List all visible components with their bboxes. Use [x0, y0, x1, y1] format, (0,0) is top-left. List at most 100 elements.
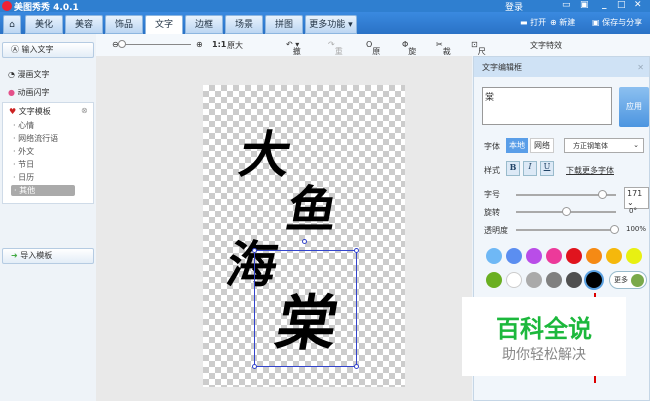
template-item-selected[interactable]: · 其他: [11, 185, 75, 196]
color-swatch[interactable]: [626, 248, 642, 264]
save-label: 保存与分享: [602, 18, 643, 27]
resize-handle[interactable]: [252, 248, 257, 253]
color-swatch[interactable]: [486, 272, 502, 288]
local-font-tab[interactable]: 本地: [506, 138, 528, 153]
panel-header: 文字编辑框 ✕: [474, 57, 649, 77]
size-select[interactable]: 171 ⌄: [624, 187, 649, 209]
redo-button[interactable]: ↷重做: [328, 40, 343, 67]
tab-beautify[interactable]: 美化: [25, 15, 63, 34]
canvas-text-char[interactable]: 鱼: [282, 170, 345, 242]
title-bar: 美图秀秀 4.0.1 登录 ▭ ▣ _ □ ✕: [0, 0, 650, 13]
new-button[interactable]: ⊕ 新建: [550, 17, 575, 28]
comic-text-item[interactable]: ◔ 漫画文字: [8, 69, 50, 80]
menu-icon[interactable]: ▣: [580, 0, 589, 10]
size-value: 171: [627, 189, 643, 198]
edit-toolbar: ⊖ ⊕ 1:1 原大 ↶撤销 ▾ ↷重做 O原图 Φ旋转 ✂裁剪 ⊡尺寸 文字特…: [96, 34, 650, 67]
more-colors-button[interactable]: 更多: [609, 271, 647, 289]
selection-box[interactable]: [252, 239, 359, 369]
online-font-tab[interactable]: 网络: [530, 138, 554, 153]
tab-border[interactable]: 边框: [185, 15, 223, 34]
template-item[interactable]: · 节日: [13, 159, 34, 170]
rotate-slider[interactable]: [516, 207, 616, 216]
open-button[interactable]: ▬ 打开: [520, 17, 546, 28]
download-fonts-link[interactable]: 下载更多字体: [566, 165, 614, 176]
template-section: ♥ 文字模板 ⊗ · 心情 · 网络流行语 · 外文 · 节日 · 日历 · 其…: [2, 102, 94, 204]
input-text-label: 输入文字: [21, 45, 54, 54]
color-swatch[interactable]: [566, 272, 582, 288]
collapse-icon[interactable]: ⊗: [81, 106, 88, 115]
anim-text-label: 动画闪字: [17, 88, 50, 97]
size-slider[interactable]: [516, 190, 616, 199]
tab-scene[interactable]: 场景: [225, 15, 263, 34]
app-logo-icon: [2, 1, 12, 11]
crop-button[interactable]: ✂裁剪: [436, 40, 451, 67]
template-item[interactable]: · 日历: [13, 172, 34, 183]
import-template-button[interactable]: ➜ 导入模板: [2, 248, 94, 264]
tab-beauty[interactable]: 美容: [65, 15, 103, 34]
color-swatch[interactable]: [586, 248, 602, 264]
maximize-icon[interactable]: □: [617, 0, 626, 10]
resize-handle[interactable]: [252, 364, 257, 369]
love-icon: ♥: [9, 107, 17, 116]
rotate-value: 0°: [629, 207, 637, 215]
template-item[interactable]: · 网络流行语: [13, 133, 58, 144]
color-swatch[interactable]: [546, 248, 562, 264]
template-item-label: 其他: [19, 186, 36, 195]
italic-button[interactable]: I: [523, 161, 537, 176]
rotate-button[interactable]: Φ旋转: [402, 40, 416, 67]
minimize-icon[interactable]: _: [602, 0, 607, 10]
color-swatch[interactable]: [606, 248, 622, 264]
original-image-button[interactable]: O原图: [366, 40, 380, 67]
tab-more[interactable]: 更多功能 ▾: [305, 15, 357, 34]
template-item[interactable]: · 外文: [13, 146, 34, 157]
comic-text-label: 漫画文字: [17, 70, 50, 79]
zoom-slider[interactable]: [118, 40, 191, 48]
input-text-button[interactable]: Ⓐ 输入文字: [2, 42, 94, 58]
home-tab[interactable]: ⌂: [3, 15, 21, 34]
rotate-label: 旋转: [484, 208, 500, 217]
bold-button[interactable]: B: [506, 161, 520, 176]
template-item-label: 节日: [18, 160, 35, 169]
slider-knob[interactable]: [610, 225, 619, 234]
resize-handle[interactable]: [354, 248, 359, 253]
slider-knob[interactable]: [598, 190, 607, 199]
opacity-label: 透明度: [484, 226, 508, 235]
font-select[interactable]: 方正钢笔体 ⌄: [564, 138, 644, 153]
color-swatch[interactable]: [566, 248, 582, 264]
close-icon[interactable]: ✕: [634, 0, 642, 10]
actual-size-button[interactable]: 1:1: [212, 40, 226, 49]
rotate-handle[interactable]: [302, 239, 307, 244]
save-share-button[interactable]: ▣ 保存与分享: [592, 17, 642, 28]
watermark-subtitle: 助你轻松解决: [502, 347, 586, 363]
panel-close-icon[interactable]: ✕: [637, 63, 644, 72]
undo-button[interactable]: ↶撤销 ▾: [286, 40, 301, 67]
original-size-label[interactable]: 原大: [227, 40, 243, 51]
import-label: 导入模板: [20, 251, 53, 260]
color-swatch[interactable]: [546, 272, 562, 288]
underline-button[interactable]: U: [540, 161, 554, 176]
apply-button[interactable]: 应用: [619, 87, 649, 127]
canvas-text-char[interactable]: 大: [235, 115, 298, 187]
opacity-slider[interactable]: [516, 225, 619, 234]
tab-collage[interactable]: 拼图: [265, 15, 303, 34]
color-swatch[interactable]: [506, 248, 522, 264]
tab-text[interactable]: 文字: [145, 15, 183, 35]
color-swatch[interactable]: [526, 248, 542, 264]
tab-decor[interactable]: 饰品: [105, 15, 143, 34]
template-label: 文字模板: [18, 107, 51, 116]
chevron-down-icon: ⌄: [633, 141, 639, 149]
slider-knob[interactable]: [562, 207, 571, 216]
color-swatch[interactable]: [506, 272, 522, 288]
color-swatch[interactable]: [526, 272, 542, 288]
template-header[interactable]: ♥ 文字模板: [9, 106, 51, 117]
template-item[interactable]: · 心情: [13, 120, 34, 131]
text-effects-label[interactable]: 文字特效: [530, 40, 562, 51]
text-input[interactable]: 棠: [482, 87, 612, 125]
feedback-icon[interactable]: ▭: [562, 0, 571, 10]
size-button[interactable]: ⊡尺寸: [471, 40, 486, 67]
resize-handle[interactable]: [354, 364, 359, 369]
anim-text-item[interactable]: ● 动画闪字: [8, 87, 50, 98]
color-swatch[interactable]: [586, 272, 602, 288]
color-swatch[interactable]: [486, 248, 502, 264]
zoom-in-icon[interactable]: ⊕: [196, 40, 203, 49]
